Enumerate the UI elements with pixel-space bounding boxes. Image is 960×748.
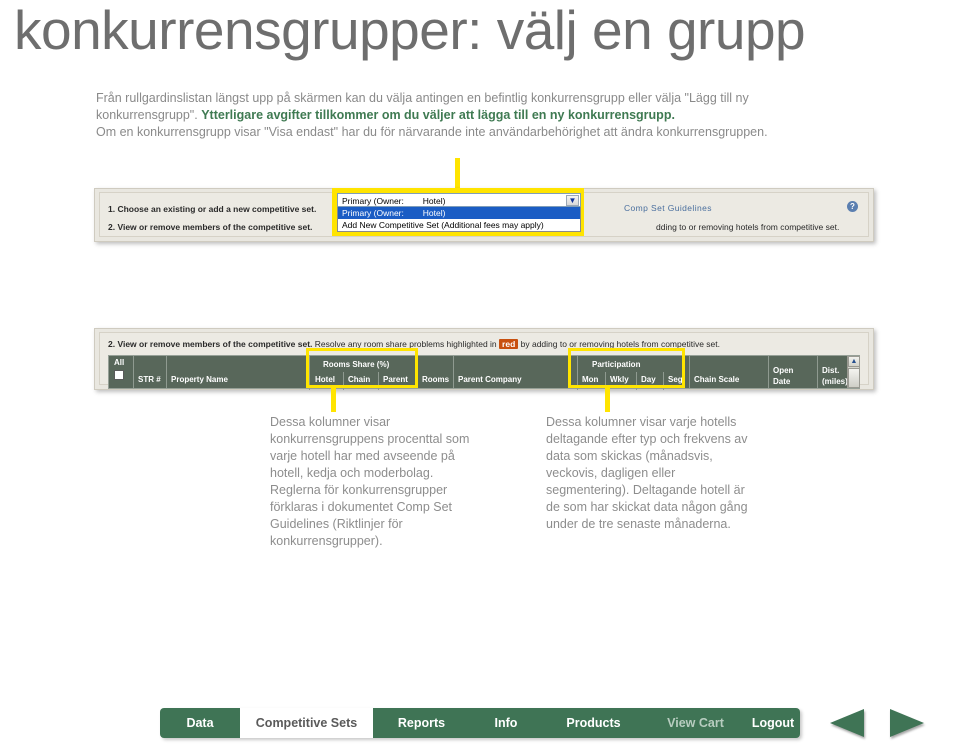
column-header-property-name: Property Name (171, 375, 228, 384)
nav-tab-info[interactable]: Info (470, 708, 542, 738)
previous-arrow-icon[interactable] (830, 709, 864, 737)
caption-participation: Dessa kolumner visar varje hotells delta… (546, 415, 748, 531)
intro-paragraph: Från rullgardinslistan längst upp på skä… (96, 90, 886, 141)
column-header-chain: Chain (348, 375, 371, 384)
step-1-label: 1. Choose an existing or add a new compe… (108, 204, 317, 214)
column-header-parent: Parent (383, 375, 408, 384)
column-group-rooms-share: Rooms Share (%) (323, 360, 390, 369)
nav-tab-products[interactable]: Products (542, 708, 645, 738)
step-2-label: 2. View or remove members of the competi… (108, 222, 313, 232)
col-divider (768, 356, 769, 388)
help-icon[interactable]: ? (847, 201, 858, 212)
intro-emphasis: Ytterligare avgifter tillkommer om du vä… (201, 108, 675, 122)
table-instruction-rest-a: Resolve any room share problems highligh… (312, 339, 500, 349)
red-highlight-chip: red (499, 339, 519, 349)
col-divider (453, 356, 454, 388)
dropdown-option-list[interactable]: Primary (Owner: Hotel) Add New Competiti… (337, 207, 581, 232)
column-header-parent-company: Parent Company (458, 375, 522, 384)
scrollbar-thumb[interactable] (848, 368, 860, 388)
col-divider (378, 372, 379, 390)
intro-line-2-text: konkurrensgrupp". (96, 108, 202, 122)
nav-tab-data[interactable]: Data (160, 708, 240, 738)
competitive-set-dropdown[interactable]: Primary (Owner: Hotel) ▼ Primary (Owner:… (332, 188, 584, 236)
column-header-seg: Seg (668, 375, 683, 384)
column-header-dist-line2: (miles) (822, 377, 848, 386)
dropdown-option-primary[interactable]: Primary (Owner: Hotel) (338, 207, 580, 219)
table-instruction-text: 2. View or remove members of the competi… (108, 339, 720, 349)
next-arrow-icon[interactable] (890, 709, 924, 737)
column-group-participation: Participation (592, 360, 641, 369)
table-scrollbar[interactable]: ▲ (847, 356, 860, 388)
column-header-mon: Mon (582, 375, 599, 384)
comp-set-guidelines-link[interactable]: Comp Set Guidelines (624, 203, 712, 213)
col-divider (166, 356, 167, 388)
dropdown-option-add-new[interactable]: Add New Competitive Set (Additional fees… (338, 219, 580, 231)
table-instruction-rest-b: by adding to or removing hotels from com… (518, 339, 720, 349)
nav-tab-logout[interactable]: Logout (746, 708, 800, 738)
dropdown-selected-value: Primary (Owner: Hotel) (342, 196, 446, 206)
column-header-day: Day (641, 375, 656, 384)
col-divider (417, 356, 418, 388)
col-divider (133, 356, 134, 388)
nav-tab-competitive-sets[interactable]: Competitive Sets (240, 708, 373, 738)
scroll-up-icon[interactable]: ▲ (848, 356, 860, 367)
col-divider (636, 372, 637, 390)
col-divider (577, 372, 578, 390)
select-all-checkbox[interactable] (114, 370, 124, 380)
column-header-chain-scale: Chain Scale (694, 375, 740, 384)
nav-tab-reports[interactable]: Reports (373, 708, 470, 738)
intro-line-3: Om en konkurrensgrupp visar "Visa endast… (96, 124, 886, 141)
col-divider (663, 372, 664, 390)
column-header-open-date-line1: Open (773, 366, 794, 375)
step-2-note: dding to or removing hotels from competi… (656, 222, 840, 232)
column-header-str-number: STR # (138, 375, 161, 384)
dropdown-field[interactable]: Primary (Owner: Hotel) ▼ (337, 193, 581, 207)
intro-line-1-text: Från rullgardinslistan längst upp på skä… (96, 91, 749, 105)
page-title: konkurrensgrupper: välj en grupp (14, 0, 806, 61)
col-divider (817, 356, 818, 388)
caption-rooms-share: Dessa kolumner visar konkurrensgruppens … (270, 415, 470, 548)
column-header-rooms: Rooms (422, 375, 450, 384)
column-header-dist-line1: Dist. (822, 366, 840, 375)
screenshot-panel-comp-set-table: 2. View or remove members of the competi… (94, 328, 874, 390)
connector-dropdown-stem (455, 158, 460, 190)
col-divider (309, 372, 310, 390)
column-header-wkly: Wkly (610, 375, 629, 384)
slide-page: konkurrensgrupper: välj en grupp Från ru… (0, 0, 960, 748)
bottom-navigation-bar[interactable]: Data Competitive Sets Reports Info Produ… (160, 708, 800, 738)
screenshot-2-inner: 2. View or remove members of the competi… (99, 332, 869, 390)
column-header-all: All (114, 358, 125, 367)
col-divider (689, 356, 690, 388)
column-header-hotel: Hotel (315, 375, 335, 384)
connector-rooms-share-stem (331, 388, 336, 412)
connector-participation-stem (605, 388, 610, 412)
nav-tab-view-cart[interactable]: View Cart (645, 708, 746, 738)
intro-line-1: Från rullgardinslistan längst upp på skä… (96, 90, 886, 107)
competitive-set-table-header: All STR # Property Name Rooms Share (%) … (108, 355, 860, 390)
intro-line-2: konkurrensgrupp". Ytterligare avgifter t… (96, 107, 886, 124)
table-instruction-bold: 2. View or remove members of the competi… (108, 339, 313, 349)
column-header-open-date-line2: Date (773, 377, 791, 386)
intro-line-3-text: Om en konkurrensgrupp visar "Visa endast… (96, 125, 768, 139)
col-divider (343, 372, 344, 390)
chevron-down-icon[interactable]: ▼ (566, 195, 579, 206)
